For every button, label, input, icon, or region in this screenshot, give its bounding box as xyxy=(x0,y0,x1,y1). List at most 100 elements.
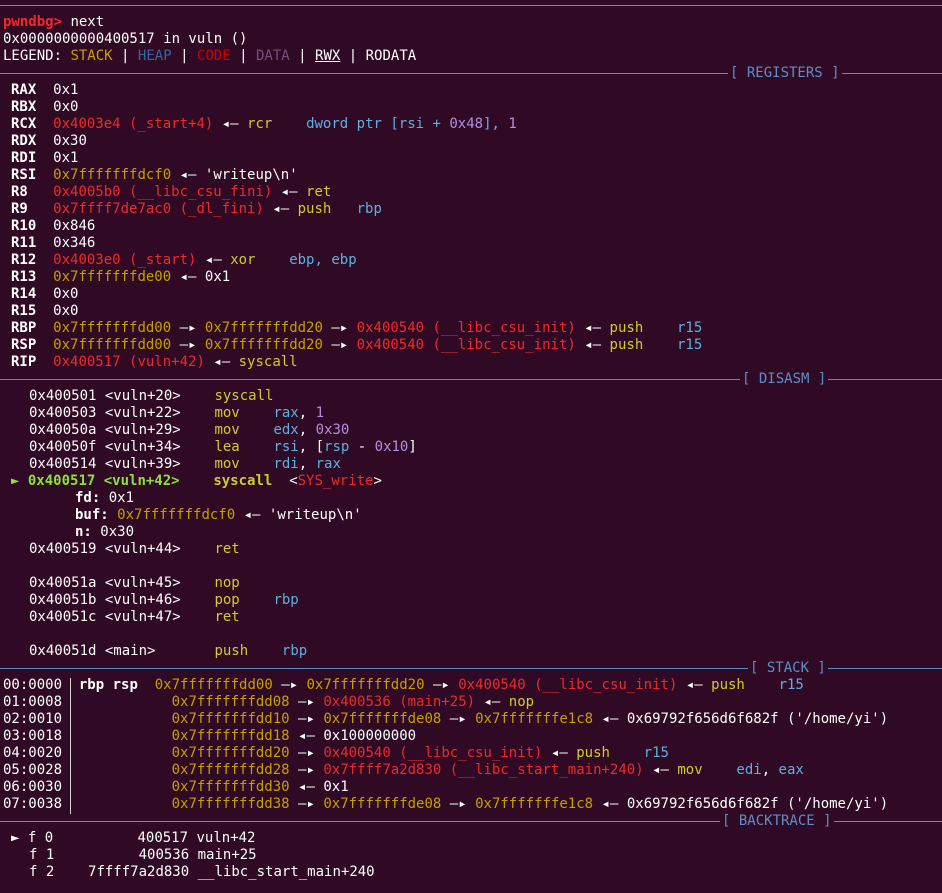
pointer: 0x400540 (__libc_csu_init) xyxy=(458,677,678,693)
disasm-line[interactable]: 0x40051d <main> push rbp xyxy=(29,643,307,660)
reg-name: R9 xyxy=(11,201,28,217)
disasm-addr: 0x40050a <vuln+29> xyxy=(29,422,181,438)
disasm-line[interactable]: 0x40051b <vuln+46> pop rbp xyxy=(29,592,299,609)
frame-index: f 1 xyxy=(29,847,55,863)
pointer: 0x7fffffffdd20 xyxy=(306,677,425,693)
stack-row[interactable]: 06:0030 0x7fffffffdd30 ◂— 0x1 xyxy=(3,779,349,796)
stack-value: 0x100000000 xyxy=(323,728,417,744)
chain-arrow-icon: —▸ xyxy=(179,320,197,336)
disasm-header: [ DISASM ] xyxy=(740,371,829,388)
arrow-icon: ◂— xyxy=(601,796,619,812)
stack-row[interactable]: 07:0038 0x7fffffffdd38 —▸ 0x7fffffffde08… xyxy=(3,796,888,813)
chain-arrow-icon: —▸ xyxy=(449,711,467,727)
frame-symbol: main+25 xyxy=(197,847,257,863)
instruction: mov xyxy=(214,456,240,472)
frame-index: f 2 xyxy=(29,864,55,880)
disasm-line[interactable]: 0x40051c <vuln+47> ret xyxy=(29,609,240,626)
stack-header: [ STACK ] xyxy=(748,660,828,677)
operand: 1 xyxy=(315,405,325,421)
reg-value: 0x400517 (vuln+42) xyxy=(53,354,205,370)
reg-value: 0x30 xyxy=(53,133,87,149)
reg-rsi: RSI 0x7fffffffdcf0 ◂— 'writeup\n' xyxy=(11,167,298,184)
stack-addr: 0x7fffffffdd30 xyxy=(171,779,290,795)
frame-symbol: vuln+42 xyxy=(196,830,256,846)
operand: r15 xyxy=(676,337,703,353)
stack-row[interactable]: 05:0028 0x7fffffffdd28 —▸ 0x7ffff7a2d830… xyxy=(3,762,804,779)
stack-offset: 00:0000 xyxy=(3,677,63,693)
stack-addr: 0x7fffffffdd38 xyxy=(171,796,290,812)
operand: dword ptr [rsi + xyxy=(306,116,450,132)
disasm-addr: 0x400517 <vuln+42> xyxy=(27,473,180,489)
backtrace-frame[interactable]: f 1 400536 main+25 xyxy=(29,847,257,864)
arrow-icon: ◂— xyxy=(652,762,669,778)
operand: rsp xyxy=(324,439,350,455)
operand: 0x30 xyxy=(315,422,350,438)
reg-r8: R8 0x4005b0 (__libc_csu_fini) ◂— ret xyxy=(11,184,331,201)
instruction: ret xyxy=(214,609,240,625)
instruction: ret xyxy=(214,541,240,557)
terminal-window[interactable]: pwndbg> next 0x0000000000400517 in vuln … xyxy=(0,0,942,893)
bracket: > xyxy=(373,473,382,489)
disasm-line[interactable]: 0x40051a <vuln+45> nop xyxy=(29,575,240,592)
stack-row[interactable]: 03:0018 0x7fffffffdd18 ◂— 0x100000000 xyxy=(3,728,416,745)
disasm-addr: 0x40051b <vuln+46> xyxy=(29,592,181,608)
disasm-current-line[interactable]: ► 0x400517 <vuln+42> syscall <SYS_write> xyxy=(11,473,382,490)
legend-line: LEGEND: STACK | HEAP | CODE | DATA | RWX… xyxy=(3,48,416,65)
arg-value: 0x30 xyxy=(100,524,135,540)
instruction: mov xyxy=(214,422,240,438)
reg-r12: R12 0x4003e0 (_start) ◂— xor ebp, ebp xyxy=(11,252,357,269)
stack-offset: 05:0028 xyxy=(3,762,63,778)
instruction: syscall xyxy=(214,388,274,404)
disasm-line[interactable]: 0x400519 <vuln+44> ret xyxy=(29,541,240,558)
pointer: 0x400540 (__libc_csu_init) xyxy=(323,745,543,761)
disasm-addr: 0x400519 <vuln+44> xyxy=(29,541,181,557)
operand: r15 xyxy=(778,677,804,693)
operand: 0x48 xyxy=(449,116,484,132)
syscall-arg-fd: fd: 0x1 xyxy=(75,490,134,507)
disasm-line[interactable]: 0x40050a <vuln+29> mov edx, 0x30 xyxy=(29,422,349,439)
legend-rodata: RODATA xyxy=(365,48,417,64)
instruction: push xyxy=(609,320,644,336)
backtrace-frame[interactable]: f 2 7ffff7a2d830 __libc_start_main+240 xyxy=(29,864,375,881)
stack-row[interactable]: 02:0010 0x7fffffffdd10 —▸ 0x7fffffffde08… xyxy=(3,711,888,728)
stack-row[interactable]: 00:0000 rbp rsp 0x7fffffffdd00 —▸ 0x7fff… xyxy=(3,677,804,694)
arrow-icon: ◂— xyxy=(685,677,703,693)
disasm-addr: 0x400503 <vuln+22> xyxy=(29,405,181,421)
stack-addr: 0x7fffffffdd28 xyxy=(171,762,290,778)
reg-rcx: RCX 0x4003e4 (_start+4) ◂— rcr dword ptr… xyxy=(11,116,517,133)
stack-row[interactable]: 04:0020 0x7fffffffdd20 —▸ 0x400540 (__li… xyxy=(3,745,669,762)
arrow-icon: ◂— xyxy=(483,694,501,710)
operand: ebp xyxy=(331,252,357,268)
reg-value: 0x0 xyxy=(53,99,79,115)
reg-name: RDI xyxy=(11,150,37,166)
arg-label: buf: xyxy=(75,507,109,523)
reg-name: R13 xyxy=(11,269,37,285)
pointer: 0x7fffffffde08 xyxy=(323,711,442,727)
disasm-line[interactable]: 0x400514 <vuln+39> mov rdi, rax xyxy=(29,456,341,473)
syscall-name: SYS_write xyxy=(297,473,374,489)
reg-value: 0x7fffffffdd00 xyxy=(53,320,172,336)
reg-value: 0x4005b0 (__libc_csu_fini) xyxy=(53,184,273,200)
legend-sep: | xyxy=(348,48,358,64)
reg-rsp: RSP 0x7fffffffdd00 —▸ 0x7fffffffdd20 —▸ … xyxy=(11,337,702,354)
command-text: next xyxy=(70,14,105,30)
disasm-line[interactable]: 0x400501 <vuln+20> syscall xyxy=(29,388,273,405)
arrow-icon: ◂— xyxy=(204,252,222,268)
stack-addr: 0x7fffffffdd18 xyxy=(171,728,290,744)
arrow-icon: ◂— xyxy=(221,116,239,132)
disasm-line[interactable]: 0x40050f <vuln+34> lea rsi, [rsp - 0x10] xyxy=(29,439,417,456)
operand: eax xyxy=(778,762,804,778)
stack-row[interactable]: 01:0008 0x7fffffffdd08 —▸ 0x400536 (main… xyxy=(3,694,534,711)
backtrace-frame[interactable]: ► f 0 400517 vuln+42 xyxy=(11,830,256,847)
disasm-line[interactable]: 0x400503 <vuln+22> mov rax, 1 xyxy=(29,405,324,422)
arg-label: n: xyxy=(75,524,92,540)
reg-value: 0x0 xyxy=(53,303,79,319)
operand: edx xyxy=(273,422,299,438)
command-line[interactable]: pwndbg> next xyxy=(3,14,104,31)
arrow-icon: ◂— xyxy=(601,711,619,727)
reg-value: 0x7fffffffdcf0 xyxy=(53,167,172,183)
operand: ], xyxy=(483,116,509,132)
reg-value: 0x846 xyxy=(53,218,96,234)
reg-value: 0x346 xyxy=(53,235,96,251)
operand: r15 xyxy=(643,745,669,761)
